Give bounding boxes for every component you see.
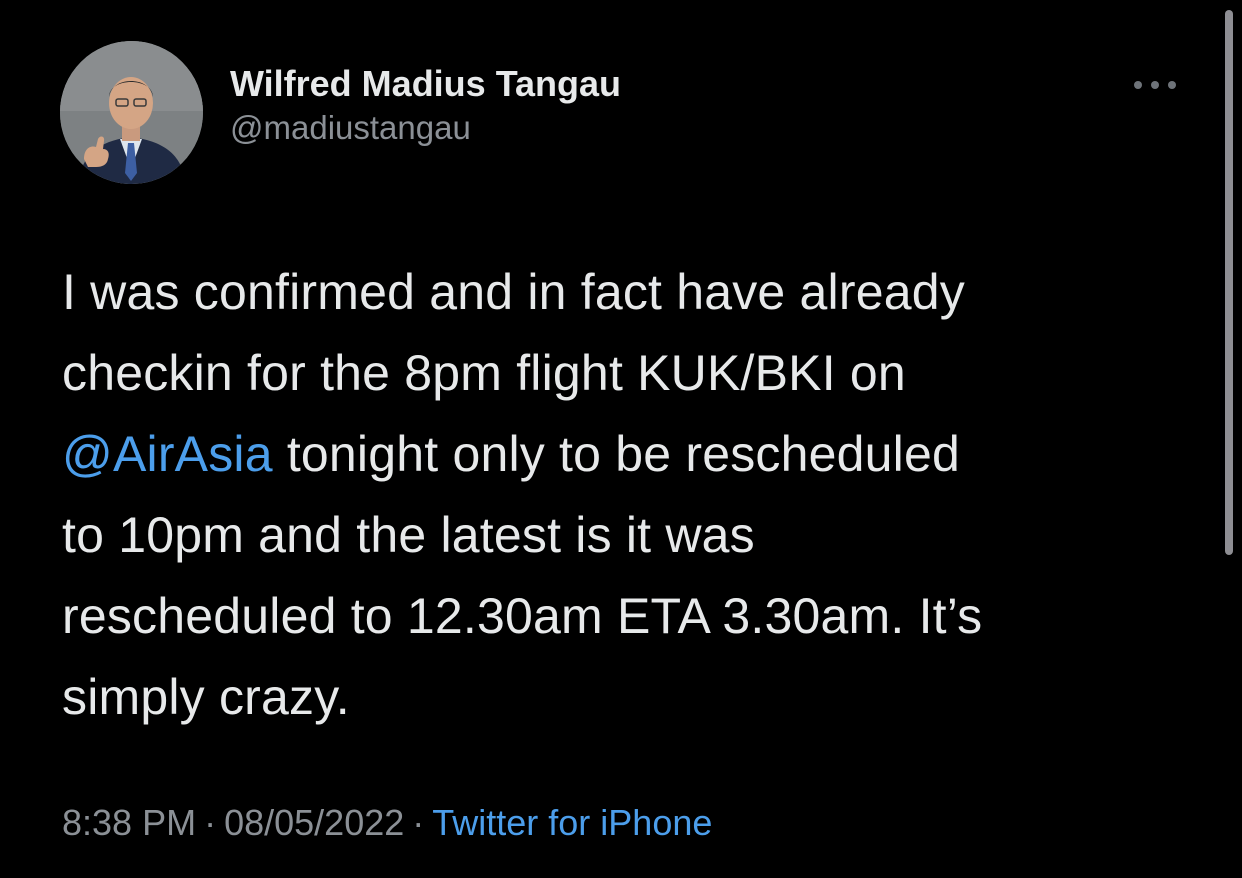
tweet-text-line: checkin for the 8pm flight KUK/BKI on	[62, 345, 906, 401]
more-horizontal-icon	[1134, 81, 1176, 89]
tweet-time[interactable]: 8:38 PM	[62, 802, 196, 843]
more-options-button[interactable]	[1126, 70, 1186, 100]
author-block[interactable]: Wilfred Madius Tangau @madiustangau	[230, 62, 621, 148]
scrollbar[interactable]	[1225, 10, 1233, 555]
tweet-text-line: simply crazy.	[62, 669, 350, 725]
tweet-text-line: @AirAsia tonight only to be rescheduled	[62, 414, 1212, 495]
tweet-text-fragment: tonight only to be rescheduled	[272, 426, 960, 482]
meta-separator: ·	[412, 802, 425, 843]
tweet: Wilfred Madius Tangau @madiustangau I wa…	[0, 0, 1242, 878]
avatar[interactable]	[60, 41, 203, 184]
mention-link[interactable]: @AirAsia	[62, 426, 273, 482]
meta-separator: ·	[204, 802, 217, 843]
tweet-metadata: 8:38 PM · 08/05/2022 · Twitter for iPhone	[62, 799, 712, 847]
tweet-text: I was confirmed and in fact have already…	[62, 252, 1212, 738]
source-link[interactable]: Twitter for iPhone	[432, 802, 712, 843]
tweet-text-line: to 10pm and the latest is it was	[62, 507, 755, 563]
tweet-text-line: rescheduled to 12.30am ETA 3.30am. It’s	[62, 588, 983, 644]
avatar-photo	[60, 41, 203, 184]
tweet-date[interactable]: 08/05/2022	[224, 802, 404, 843]
tweet-text-line: I was confirmed and in fact have already	[62, 264, 965, 320]
user-handle[interactable]: @madiustangau	[230, 108, 621, 148]
display-name[interactable]: Wilfred Madius Tangau	[230, 62, 621, 106]
